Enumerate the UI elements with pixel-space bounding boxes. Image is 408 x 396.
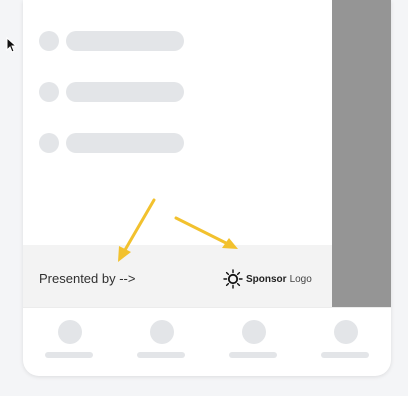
skeleton-text-bar <box>66 133 184 153</box>
bottom-nav-item[interactable] <box>229 320 279 360</box>
skeleton-list-item <box>39 133 189 155</box>
phone-card: Presented by --> Sponsor Logo <box>23 0 391 376</box>
sponsor-logo-light-text: Logo <box>289 273 312 285</box>
skeleton-list-item <box>39 82 189 104</box>
content-panel <box>23 0 332 245</box>
nav-placeholder-label <box>137 352 185 358</box>
bottom-nav-item[interactable] <box>137 320 187 360</box>
nav-placeholder-label <box>321 352 369 358</box>
nav-placeholder-label <box>229 352 277 358</box>
skeleton-text-bar <box>66 31 184 51</box>
nav-placeholder-icon <box>58 320 82 344</box>
skeleton-avatar <box>39 82 59 102</box>
nav-placeholder-label <box>45 352 93 358</box>
side-panel <box>332 0 391 307</box>
nav-placeholder-icon <box>150 320 174 344</box>
skeleton-text-bar <box>66 82 184 102</box>
skeleton-list-item <box>39 31 189 53</box>
sponsor-footer: Presented by --> Sponsor Logo <box>23 245 332 307</box>
bottom-nav-item[interactable] <box>321 320 371 360</box>
sun-icon <box>223 269 243 289</box>
mouse-pointer-icon <box>6 37 18 53</box>
bottom-nav-item[interactable] <box>45 320 95 360</box>
screenshot-stage: Presented by --> Sponsor Logo <box>0 0 408 396</box>
sponsor-logo-bold-text: Sponsor <box>246 273 287 285</box>
presented-by-label: Presented by --> <box>39 271 136 286</box>
skeleton-avatar <box>39 31 59 51</box>
bottom-nav <box>23 308 391 376</box>
nav-placeholder-icon <box>334 320 358 344</box>
sponsor-logo[interactable]: Sponsor Logo <box>223 269 312 289</box>
nav-placeholder-icon <box>242 320 266 344</box>
skeleton-avatar <box>39 133 59 153</box>
